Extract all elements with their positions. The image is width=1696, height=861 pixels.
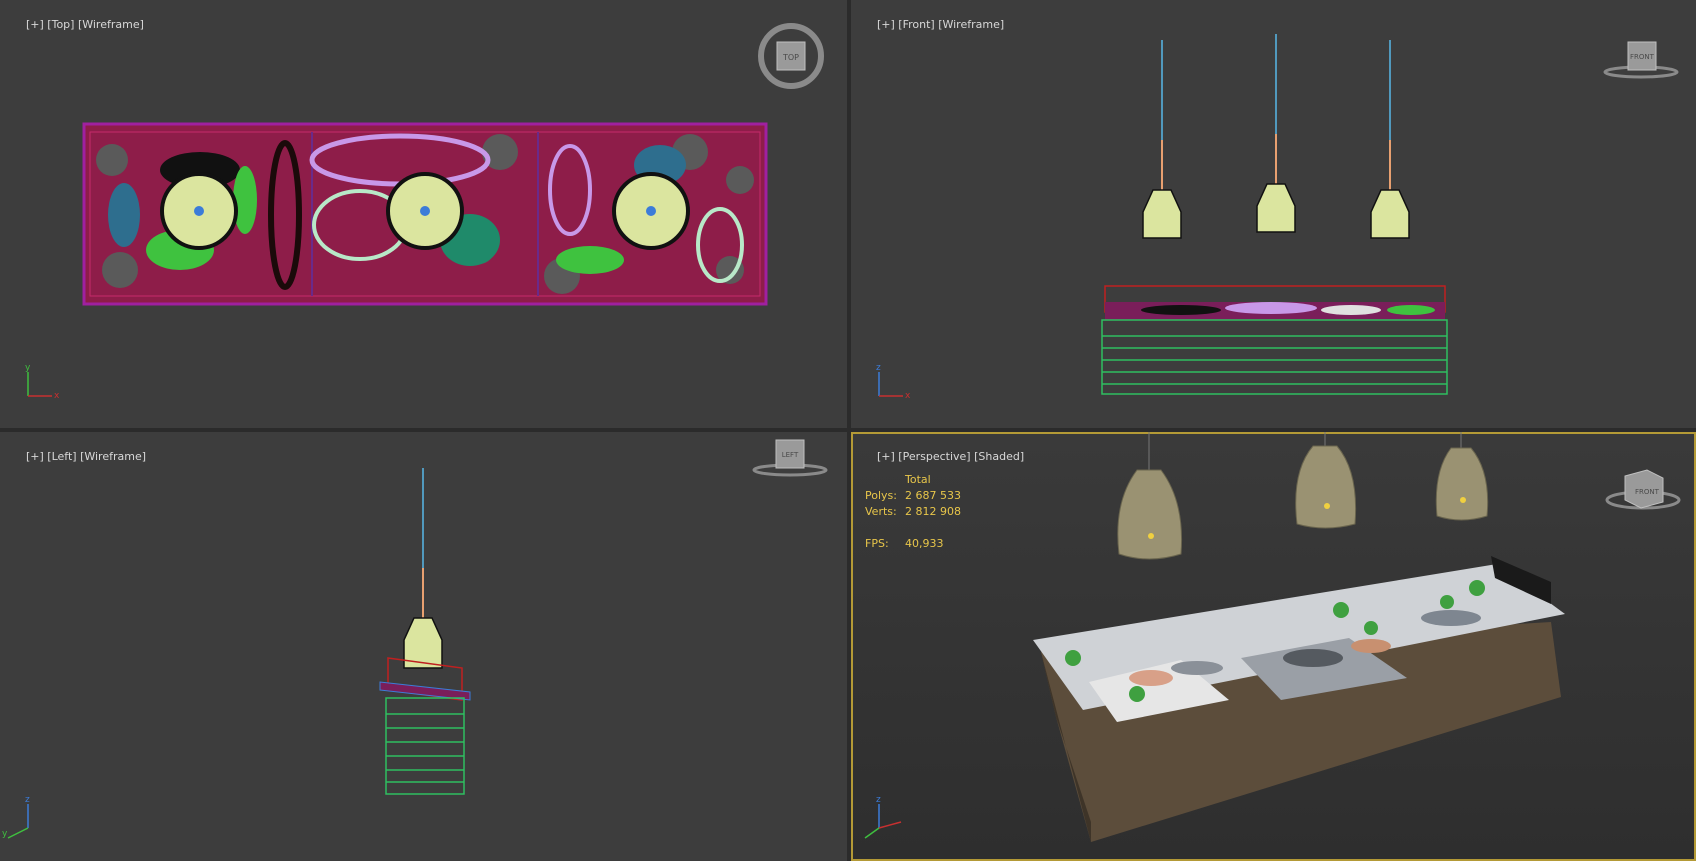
left-scene: z y: [2, 468, 471, 839]
svg-text:z: z: [876, 795, 881, 805]
viewport-top[interactable]: y x [+] [Top] [Wireframe] TOP: [0, 0, 847, 428]
stats-header: Total: [905, 473, 931, 486]
lamp-top-3: [612, 172, 690, 250]
viewport-grid: y x [+] [Top] [Wireframe] TOP z x [+] [F…: [0, 0, 1696, 861]
viewport-perspective[interactable]: z [+] [Perspective] [Shaded] Total Polys…: [851, 432, 1696, 861]
verts-value: 2 812 908: [905, 505, 961, 518]
viewcube-front[interactable]: FRONT: [1601, 36, 1681, 86]
axis-tripod: y x: [25, 363, 60, 401]
viewport-menu-plus[interactable]: [+]: [26, 18, 44, 31]
statistics-overlay: Total Polys: 2 687 533 Verts: 2 812 908 FP…: [865, 472, 961, 552]
viewport-view-name[interactable]: [Left]: [47, 450, 76, 463]
viewport-label-top[interactable]: [+] [Top] [Wireframe]: [5, 5, 144, 44]
svg-text:TOP: TOP: [782, 53, 799, 62]
svg-text:z: z: [25, 795, 30, 805]
svg-text:y: y: [2, 829, 8, 839]
lamp-perspective-3: [1435, 432, 1489, 521]
svg-text:x: x: [54, 391, 60, 401]
svg-text:FRONT: FRONT: [1635, 488, 1660, 496]
fps-value: 40,933: [905, 537, 944, 550]
viewport-menu-plus[interactable]: [+]: [877, 450, 895, 463]
verts-label: Verts:: [865, 505, 897, 518]
counter-front: [1101, 285, 1448, 395]
polys-value: 2 687 533: [905, 489, 961, 502]
viewcube-perspective[interactable]: FRONT: [1603, 462, 1683, 518]
svg-text:z: z: [876, 363, 881, 373]
lamp-front-2: [1256, 34, 1296, 233]
lamp-perspective-2: [1295, 432, 1357, 529]
viewport-view-name[interactable]: [Front]: [898, 18, 934, 31]
viewport-shading-mode[interactable]: [Wireframe]: [80, 450, 146, 463]
svg-text:x: x: [905, 391, 911, 401]
lamp-front-1: [1142, 40, 1182, 239]
svg-text:FRONT: FRONT: [1630, 53, 1655, 61]
viewport-view-name[interactable]: [Top]: [47, 18, 74, 31]
top-scene: y x: [25, 122, 768, 401]
svg-text:y: y: [25, 363, 31, 373]
viewport-shading-mode[interactable]: [Wireframe]: [78, 18, 144, 31]
viewport-view-name[interactable]: [Perspective]: [898, 450, 970, 463]
lamp-top-1: [160, 172, 238, 250]
lamp-top-2: [386, 172, 464, 250]
polys-label: Polys:: [865, 489, 897, 502]
lamp-front-3: [1370, 40, 1410, 239]
viewport-front[interactable]: z x [+] [Front] [Wireframe] FRONT: [851, 0, 1696, 428]
axis-tripod: z y: [2, 795, 30, 839]
viewport-menu-plus[interactable]: [+]: [877, 18, 895, 31]
viewport-shading-mode[interactable]: [Wireframe]: [938, 18, 1004, 31]
viewcube-left[interactable]: LEFT: [750, 434, 830, 484]
perspective-scene: z: [864, 432, 1565, 842]
viewport-label-left[interactable]: [+] [Left] [Wireframe]: [5, 437, 146, 476]
fish-counter: [1033, 556, 1565, 842]
counter-left: [379, 657, 471, 795]
viewport-left[interactable]: z y [+] [Left] [Wireframe] LEFT: [0, 432, 847, 861]
lamp-left: [403, 468, 443, 669]
front-scene: z x: [876, 34, 1448, 401]
fps-label: FPS:: [865, 537, 889, 550]
viewport-label-perspective[interactable]: [+] [Perspective] [Shaded]: [856, 437, 1024, 476]
viewport-label-front[interactable]: [+] [Front] [Wireframe]: [856, 5, 1004, 44]
viewport-shading-mode[interactable]: [Shaded]: [974, 450, 1024, 463]
axis-tripod: z: [864, 795, 902, 839]
viewcube-top[interactable]: TOP: [756, 22, 826, 92]
axis-tripod: z x: [876, 363, 911, 401]
lamp-perspective-1: [1117, 432, 1183, 560]
svg-text:LEFT: LEFT: [782, 451, 799, 459]
viewport-menu-plus[interactable]: [+]: [26, 450, 44, 463]
